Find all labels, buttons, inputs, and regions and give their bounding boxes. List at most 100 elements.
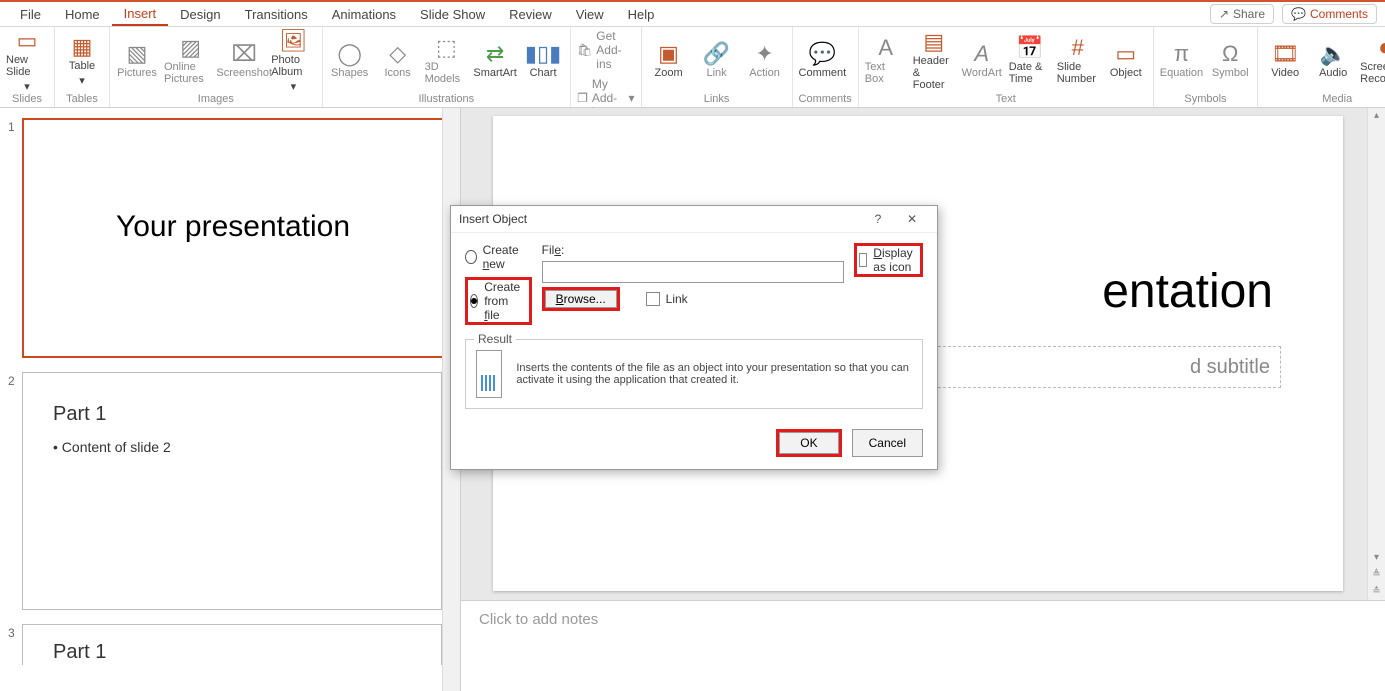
tab-design[interactable]: Design xyxy=(168,4,232,25)
tab-view[interactable]: View xyxy=(564,4,616,25)
group-tables: Tables xyxy=(61,93,103,106)
header-footer-icon: ▤ xyxy=(923,31,944,53)
photo-album-button[interactable]: 🖼Photo Album▾ xyxy=(271,30,315,92)
file-path-input[interactable] xyxy=(542,261,844,283)
icons-button[interactable]: ◇Icons xyxy=(377,30,419,92)
header-footer-button[interactable]: ▤Header & Footer xyxy=(913,30,955,92)
object-button[interactable]: ▭Object xyxy=(1105,30,1147,92)
tab-animations[interactable]: Animations xyxy=(320,4,408,25)
online-pictures-button[interactable]: ▨Online Pictures xyxy=(164,30,217,92)
tab-file[interactable]: File xyxy=(8,4,53,25)
online-pictures-icon: ▨ xyxy=(180,37,201,59)
scroll-up-button[interactable]: ▴ xyxy=(1368,108,1385,124)
ok-button[interactable]: OK xyxy=(779,432,838,454)
chevron-down-icon: ▾ xyxy=(79,74,85,87)
zoom-icon: ▣ xyxy=(658,43,679,65)
dialog-close-button[interactable]: ✕ xyxy=(895,212,929,226)
table-button[interactable]: ▦Table▾ xyxy=(61,30,103,92)
audio-icon: 🔈 xyxy=(1319,43,1346,65)
action-icon: ✦ xyxy=(755,43,773,65)
group-illustrations: Illustrations xyxy=(329,93,564,106)
chevron-down-icon: ▾ xyxy=(24,80,30,93)
comment-icon: 💬 xyxy=(809,43,836,65)
textbox-button[interactable]: AText Box xyxy=(865,30,907,92)
icons-icon: ◇ xyxy=(389,43,406,65)
store-icon: 🛍 xyxy=(577,43,592,57)
tab-review[interactable]: Review xyxy=(497,4,564,25)
thumb-number: 3 xyxy=(8,624,22,665)
radio-icon xyxy=(470,294,478,308)
comment-button[interactable]: 💬Comment xyxy=(799,30,847,92)
thumbnail-slide-3[interactable]: Part 1 xyxy=(22,624,442,665)
checkbox-icon xyxy=(859,253,868,267)
display-as-icon-checkbox[interactable]: Display as icon xyxy=(854,243,923,277)
zoom-button[interactable]: ▣Zoom xyxy=(648,30,690,92)
table-icon: ▦ xyxy=(72,36,93,58)
equation-button[interactable]: πEquation xyxy=(1160,30,1203,92)
browse-button[interactable]: Browse... xyxy=(545,290,617,308)
radio-create-new[interactable]: Create new xyxy=(465,243,532,271)
slide-number-button[interactable]: #Slide Number xyxy=(1057,30,1099,92)
screen-recording-icon: ⏺ xyxy=(1380,37,1385,59)
prev-slide-button[interactable]: ≜ xyxy=(1368,567,1385,583)
thumbnail-slide-2[interactable]: Part 1 • Content of slide 2 xyxy=(22,372,442,610)
audio-button[interactable]: 🔈Audio xyxy=(1312,30,1354,92)
action-button[interactable]: ✦Action xyxy=(744,30,786,92)
screenshot-button[interactable]: ⌧Screenshot xyxy=(223,30,265,92)
chart-button[interactable]: ▮▯▮Chart xyxy=(522,30,564,92)
tab-insert[interactable]: Insert xyxy=(112,3,169,26)
tab-slideshow[interactable]: Slide Show xyxy=(408,4,497,25)
wordart-button[interactable]: AWordArt xyxy=(961,30,1003,92)
result-box: Result Inserts the contents of the file … xyxy=(465,339,923,409)
dialog-help-button[interactable]: ? xyxy=(861,212,895,226)
radio-create-from-file[interactable]: Create from file xyxy=(465,277,532,325)
tab-help[interactable]: Help xyxy=(616,4,667,25)
notes-pane[interactable]: Click to add notes xyxy=(461,600,1385,691)
scroll-down-button[interactable]: ▾ xyxy=(1368,550,1385,566)
radio-icon xyxy=(465,250,477,264)
screen-recording-button[interactable]: ⏺Screen Recording xyxy=(1360,30,1385,92)
thumb-number: 1 xyxy=(8,118,22,358)
link-button[interactable]: 🔗Link xyxy=(696,30,738,92)
photo-album-icon: 🖼 xyxy=(279,30,307,52)
date-time-button[interactable]: 📅Date & Time xyxy=(1009,30,1051,92)
pictures-button[interactable]: ▧Pictures xyxy=(116,30,158,92)
ribbon-tabs: File Home Insert Design Transitions Anim… xyxy=(0,2,1385,27)
pictures-icon: ▧ xyxy=(127,43,148,65)
symbol-button[interactable]: ΩSymbol xyxy=(1209,30,1251,92)
thumb-title: Your presentation xyxy=(24,210,442,244)
new-slide-button[interactable]: ▭New Slide▾ xyxy=(6,30,48,92)
smartart-button[interactable]: ⇄SmartArt xyxy=(474,30,516,92)
slide-number-icon: # xyxy=(1072,37,1084,59)
comments-button[interactable]: 💬Comments xyxy=(1282,4,1377,24)
tab-home[interactable]: Home xyxy=(53,4,112,25)
textbox-icon: A xyxy=(878,37,893,59)
chevron-down-icon: ▾ xyxy=(629,91,635,105)
wordart-icon: A xyxy=(974,43,989,65)
link-checkbox[interactable] xyxy=(646,292,660,306)
chart-icon: ▮▯▮ xyxy=(525,43,561,65)
group-symbols: Symbols xyxy=(1160,93,1251,106)
chevron-down-icon: ▾ xyxy=(291,80,297,93)
dialog-titlebar: Insert Object ? ✕ xyxy=(451,206,937,233)
thumbnail-slide-1[interactable]: Your presentation xyxy=(22,118,444,358)
next-slide-button[interactable]: ≛ xyxy=(1368,584,1385,600)
tab-transitions[interactable]: Transitions xyxy=(233,4,320,25)
thumb-title: Part 1 xyxy=(53,403,106,426)
share-button[interactable]: ↗Share xyxy=(1210,4,1274,24)
addins-icon: ❐ xyxy=(577,91,588,105)
slide-thumbnails-panel: 1 Your presentation 2 Part 1 • Content o… xyxy=(0,108,461,691)
video-button[interactable]: 🎞Video xyxy=(1264,30,1306,92)
3d-models-button[interactable]: ⬚3D Models xyxy=(425,30,468,92)
cancel-button[interactable]: Cancel xyxy=(852,429,923,457)
smartart-icon: ⇄ xyxy=(486,43,504,65)
file-label: File: xyxy=(542,243,844,257)
canvas-scrollbar[interactable]: ▴ ▾ ≜ ≛ xyxy=(1367,108,1385,600)
get-addins-button[interactable]: 🛍Get Add-ins xyxy=(577,29,634,71)
shapes-button[interactable]: ◯Shapes xyxy=(329,30,371,92)
result-icon xyxy=(476,350,502,398)
equation-icon: π xyxy=(1174,43,1189,65)
symbol-icon: Ω xyxy=(1222,43,1238,65)
group-slides: Slides xyxy=(6,93,48,106)
insert-object-dialog: Insert Object ? ✕ Create new Create from… xyxy=(450,205,938,470)
